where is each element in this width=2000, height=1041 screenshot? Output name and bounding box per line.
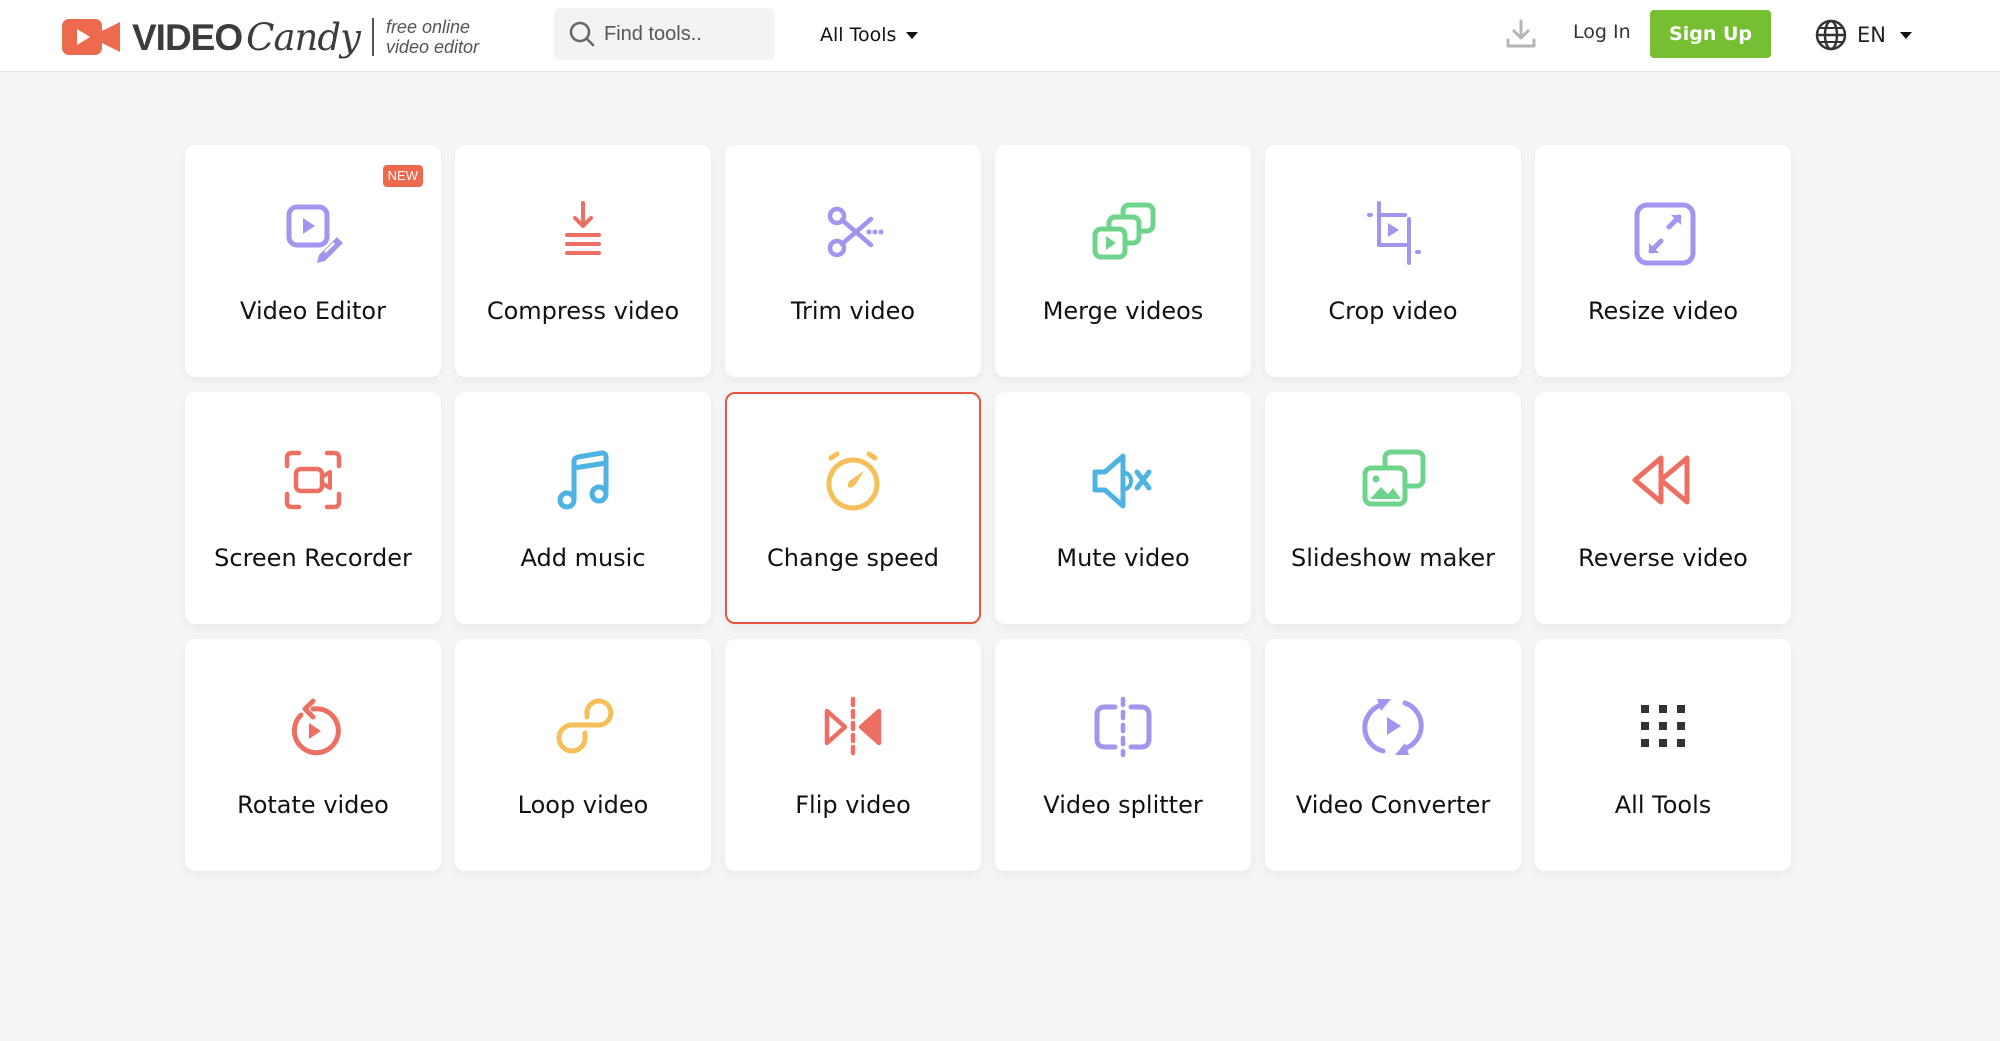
resize-icon [1627,197,1699,269]
tool-tile-compress-video[interactable]: Compress video [455,145,711,377]
chevron-down-icon [1899,31,1912,39]
tool-tile-all-tools[interactable]: All Tools [1535,639,1791,871]
language-code: EN [1857,23,1886,47]
slideshow-icon [1357,444,1429,516]
tool-label: Slideshow maker [1291,544,1495,572]
tools-grid: NEW Video Editor Compress video Trim video M… [185,145,1791,871]
tool-tile-video-editor[interactable]: NEW Video Editor [185,145,441,377]
tool-tile-flip-video[interactable]: Flip video [725,639,981,871]
tool-label: Video Editor [240,297,386,325]
tool-tile-mute-video[interactable]: Mute video [995,392,1251,624]
tool-tile-slideshow-maker[interactable]: Slideshow maker [1265,392,1521,624]
compress-icon [547,197,619,269]
tool-tile-crop-video[interactable]: Crop video [1265,145,1521,377]
login-link[interactable]: Log In [1573,21,1631,43]
logo-wordmark-video: VIDEO [132,16,243,58]
tool-tile-change-speed[interactable]: Change speed [725,392,981,624]
tool-label: Mute video [1056,544,1190,572]
video-camera-logo-icon [62,19,120,55]
all-tools-label: All Tools [820,24,897,46]
rewind-icon [1627,444,1699,516]
tool-label: All Tools [1614,791,1712,819]
tagline-line-1: free online [385,17,470,37]
tool-label: Trim video [790,297,916,325]
tool-label: Video splitter [1043,791,1203,819]
rotate-icon [277,691,349,763]
loop-icon [547,691,619,763]
tool-tile-loop-video[interactable]: Loop video [455,639,711,871]
flip-icon [817,691,889,763]
chevron-down-icon [906,31,919,39]
language-selector[interactable]: EN [1814,17,1912,53]
split-icon [1087,691,1159,763]
tool-tile-video-splitter[interactable]: Video splitter [995,639,1251,871]
logo-divider [371,18,374,56]
tool-tile-merge-videos[interactable]: Merge videos [995,145,1251,377]
tool-label: Change speed [766,544,940,572]
scissors-icon [817,197,889,269]
logo-tagline: free online video editor [386,17,479,57]
tool-label: Loop video [517,791,649,819]
tool-label: Video Converter [1295,791,1491,819]
tool-tile-video-converter[interactable]: Video Converter [1265,639,1521,871]
search-input[interactable] [604,22,764,46]
tool-label: Merge videos [1042,297,1204,325]
grid-icon [1627,691,1699,763]
tool-label: Add music [520,544,646,572]
tool-label: Crop video [1328,297,1458,325]
tool-tile-rotate-video[interactable]: Rotate video [185,639,441,871]
tool-tile-screen-recorder[interactable]: Screen Recorder [185,392,441,624]
logo[interactable]: VIDEO Candy free online video editor [62,14,479,60]
tool-label: Resize video [1587,297,1739,325]
tool-tile-add-music[interactable]: Add music [455,392,711,624]
crop-icon [1357,197,1429,269]
convert-icon [1357,691,1429,763]
download-icon[interactable] [1505,18,1537,50]
stopwatch-icon [817,444,889,516]
logo-wordmark-candy: Candy [246,15,361,59]
signup-button[interactable]: Sign Up [1650,10,1771,58]
screen-record-icon [277,444,349,516]
tool-label: Reverse video [1578,544,1748,572]
tool-label: Flip video [795,791,911,819]
tool-tile-reverse-video[interactable]: Reverse video [1535,392,1791,624]
all-tools-dropdown[interactable]: All Tools [820,20,919,50]
new-badge: NEW [382,165,423,187]
tool-tile-resize-video[interactable]: Resize video [1535,145,1791,377]
tool-label: Rotate video [237,791,389,819]
search-box[interactable] [554,8,775,60]
merge-icon [1087,197,1159,269]
video-edit-icon [277,197,349,269]
tool-label: Compress video [486,297,680,325]
globe-icon [1815,19,1847,51]
tool-tile-trim-video[interactable]: Trim video [725,145,981,377]
music-note-icon [547,444,619,516]
search-icon [569,21,595,47]
tagline-line-2: video editor [385,37,479,57]
tool-label: Screen Recorder [214,544,412,572]
site-header: VIDEO Candy free online video editor All… [0,0,2000,72]
mute-icon [1087,444,1159,516]
